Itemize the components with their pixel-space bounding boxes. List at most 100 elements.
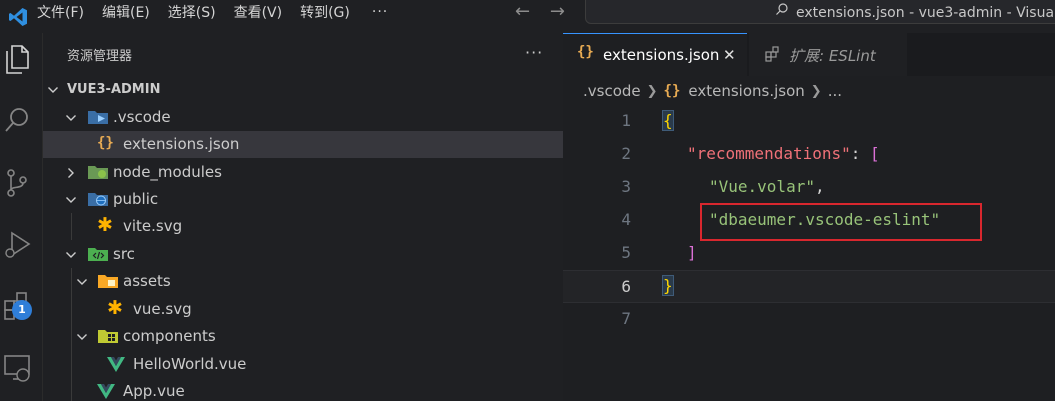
code-line: 7: [563, 303, 1055, 336]
tree-item-label: components: [123, 327, 216, 345]
breadcrumb-symbol[interactable]: ...: [828, 82, 842, 100]
code-line: 5 ]: [563, 237, 1055, 270]
tab-label: extensions.json: [603, 46, 720, 64]
editor-tabs: {} extensions.json ✕ 扩展: ESLint: [563, 33, 1055, 76]
tab-extensions-json[interactable]: {} extensions.json ✕: [563, 33, 747, 76]
tree-item-label: .vscode: [113, 108, 171, 126]
tree-folder-assets[interactable]: assets: [43, 268, 563, 295]
chevron-right-icon: [68, 168, 74, 178]
vue-file-icon: [97, 384, 115, 399]
forward-arrow-icon[interactable]: →: [550, 1, 565, 22]
run-debug-icon: [5, 231, 31, 258]
tree-item-label: App.vue: [123, 382, 185, 400]
explorer-activity[interactable]: [0, 37, 43, 77]
json-string: "Vue.volar": [709, 177, 815, 196]
menu-view[interactable]: 查看(V): [234, 2, 283, 22]
breadcrumb-file[interactable]: extensions.json: [688, 82, 804, 100]
tree-folder-node-modules[interactable]: node_modules: [43, 159, 563, 186]
tree-item-label: src: [113, 245, 135, 263]
tree-item-label: vite.svg: [123, 217, 183, 235]
tree-folder-components[interactable]: components: [43, 323, 563, 350]
run-debug-activity[interactable]: [0, 223, 43, 263]
close-bracket: ]: [687, 243, 697, 262]
activity-bar: 1: [0, 33, 43, 401]
line-number: 2: [621, 144, 631, 163]
svg-file-icon: ✱: [97, 214, 113, 236]
chevron-down-icon: [77, 334, 87, 340]
src-folder-icon: [88, 248, 108, 261]
assets-folder-icon: [98, 275, 118, 288]
code-editor[interactable]: 1 { 2 "recommendations": [ 3 "Vue.volar"…: [563, 105, 1055, 401]
code-line-current: 6 }: [563, 270, 1055, 303]
line-number: 7: [621, 309, 631, 328]
tree-file-vue-svg[interactable]: ✱ vue.svg: [43, 296, 563, 323]
json-file-icon: {}: [577, 44, 594, 60]
chevron-down-icon: [66, 115, 76, 121]
tree-file-extensions-json[interactable]: {} extensions.json: [43, 131, 563, 158]
vscode-folder-icon: [88, 111, 108, 124]
workspace-section-header[interactable]: VUE3-ADMIN: [43, 78, 563, 102]
close-icon[interactable]: ✕: [723, 46, 736, 64]
json-file-icon: {}: [663, 83, 681, 99]
chevron-right-icon: ❯: [810, 83, 822, 99]
explorer-sidebar: 资源管理器 ··· VUE3-ADMIN .vscode {} extensio…: [43, 33, 563, 401]
source-control-activity[interactable]: [0, 161, 43, 201]
code-line: 1 {: [563, 105, 1055, 138]
menu-selection[interactable]: 选择(S): [168, 2, 216, 22]
command-center-title: extensions.json - vue3-admin - Visual St…: [796, 5, 1055, 21]
tree-folder-vscode[interactable]: .vscode: [43, 104, 563, 131]
title-bar: 文件(F) 编辑(E) 选择(S) 查看(V) 转到(G) ··· ← → ex…: [0, 0, 1055, 33]
chevron-down-icon: [48, 87, 58, 93]
menu-bar: 文件(F) 编辑(E) 选择(S) 查看(V) 转到(G) ···: [37, 0, 406, 24]
code-line: 2 "recommendations": [: [563, 138, 1055, 171]
json-key: "recommendations": [687, 144, 851, 163]
tree-item-label: assets: [123, 272, 171, 290]
comma: ,: [814, 177, 825, 196]
breadcrumb: .vscode ❯ {} extensions.json ❯ ...: [583, 82, 842, 100]
explorer-title: 资源管理器: [67, 49, 133, 64]
colon: :: [850, 144, 871, 163]
line-number: 1: [621, 111, 631, 130]
tree-file-app-vue[interactable]: App.vue: [43, 378, 563, 401]
search-activity[interactable]: [0, 99, 43, 139]
search-icon: [776, 3, 788, 15]
json-file-icon: {}: [97, 135, 114, 151]
tree-file-helloworld-vue[interactable]: HelloWorld.vue: [43, 351, 563, 378]
workspace-name: VUE3-ADMIN: [67, 82, 161, 97]
line-number: 5: [621, 243, 631, 262]
remote-explorer-icon: [4, 355, 30, 382]
open-bracket: [: [870, 144, 880, 163]
breadcrumb-folder[interactable]: .vscode: [583, 82, 641, 100]
tab-eslint-extension[interactable]: 扩展: ESLint: [749, 33, 907, 76]
vscode-logo-icon: [9, 8, 27, 26]
tree-file-vite-svg[interactable]: ✱ vite.svg: [43, 213, 563, 240]
search-icon: [5, 108, 28, 132]
tab-label: 扩展: ESLint: [789, 47, 876, 65]
menu-go[interactable]: 转到(G): [300, 2, 350, 22]
node-modules-folder-icon: [88, 166, 108, 179]
public-folder-icon: [88, 193, 108, 206]
components-folder-icon: [98, 330, 118, 343]
menu-more-button[interactable]: ···: [372, 4, 388, 20]
files-icon: [6, 45, 29, 74]
back-arrow-icon[interactable]: ←: [515, 1, 530, 22]
extensions-badge: 1: [12, 300, 32, 320]
svg-file-icon: ✱: [107, 297, 123, 319]
close-brace: }: [662, 275, 674, 296]
editor-area: {} extensions.json ✕ 扩展: ESLint .vscode …: [563, 33, 1055, 401]
annotation-highlight-box: [700, 203, 982, 241]
explorer-more-button[interactable]: ···: [525, 43, 543, 62]
tree-folder-public[interactable]: public: [43, 186, 563, 213]
source-control-icon: [7, 169, 27, 197]
remote-explorer-activity[interactable]: [0, 347, 43, 387]
line-number: 3: [621, 177, 631, 196]
command-center[interactable]: extensions.json - vue3-admin - Visual St…: [585, 0, 1055, 24]
tree-folder-src[interactable]: src: [43, 241, 563, 268]
tree-item-label: HelloWorld.vue: [133, 355, 247, 373]
navigation-arrows: ← →: [515, 1, 579, 22]
menu-file[interactable]: 文件(F): [37, 2, 84, 22]
chevron-down-icon: [77, 279, 87, 285]
menu-edit[interactable]: 编辑(E): [102, 2, 150, 22]
code-line: 3 "Vue.volar",: [563, 171, 1055, 204]
chevron-down-icon: [66, 252, 76, 258]
